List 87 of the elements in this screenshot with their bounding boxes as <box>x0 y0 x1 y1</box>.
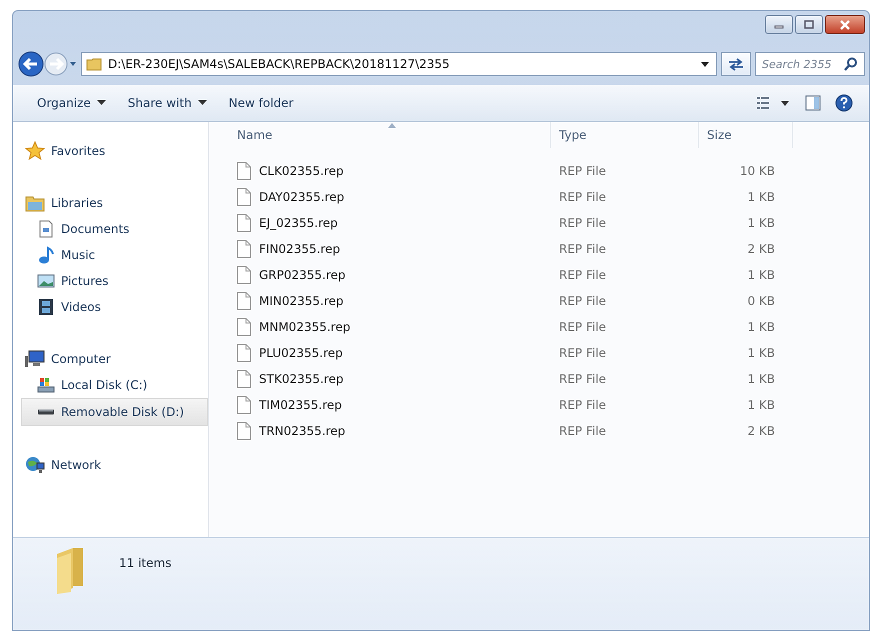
file-icon <box>237 422 251 440</box>
help-icon[interactable] <box>835 94 853 112</box>
computer-icon <box>25 350 45 368</box>
sidebar-item[interactable]: Libraries <box>13 190 208 216</box>
back-forward-icon[interactable] <box>17 49 77 79</box>
sidebar-item[interactable]: Videos <box>13 294 208 320</box>
sidebar-item[interactable]: Documents <box>13 216 208 242</box>
file-type: REP File <box>558 268 608 282</box>
file-type: REP File <box>558 320 608 334</box>
file-name[interactable]: PLU02355.rep <box>259 346 343 360</box>
file-name[interactable]: GRP02355.rep <box>259 268 346 282</box>
folder-icon <box>86 56 102 72</box>
network-icon <box>25 456 45 474</box>
file-name[interactable]: DAY02355.rep <box>259 190 344 204</box>
address-field[interactable]: D:\ER-230EJ\SAM4s\SALEBACK\REPBACK\20181127\2355 <box>81 52 717 76</box>
file-size: 1 KB <box>746 346 776 360</box>
file-icon <box>237 396 251 414</box>
pictures-icon <box>37 272 55 290</box>
file-icon <box>237 240 251 258</box>
sidebar-item[interactable]: Removable Disk (D:) <box>21 398 208 426</box>
toolbar-button[interactable]: New folder <box>224 93 298 113</box>
sidebar-item[interactable]: Local Disk (C:) <box>13 372 208 398</box>
file-icon <box>237 344 251 362</box>
file-type: REP File <box>558 190 608 204</box>
sidebar-item[interactable]: Music <box>13 242 208 268</box>
sidebar-item[interactable]: Computer <box>13 346 208 372</box>
file-name[interactable]: MNM02355.rep <box>259 320 350 334</box>
file-name[interactable]: FIN02355.rep <box>259 242 340 256</box>
file-icon <box>237 266 251 284</box>
file-icon <box>237 318 251 336</box>
file-icon <box>237 162 251 180</box>
file-type: REP File <box>558 424 608 438</box>
local-disk-icon <box>37 376 55 394</box>
toolbar-button[interactable]: Organize <box>33 93 110 113</box>
star-icon <box>25 141 45 161</box>
file-type: REP File <box>558 294 608 308</box>
file-name[interactable]: EJ_02355.rep <box>259 216 338 230</box>
sort-arrow-icon <box>388 123 396 128</box>
column-header[interactable]: Size <box>699 122 793 148</box>
file-name[interactable]: CLK02355.rep <box>259 164 344 178</box>
file-icon <box>237 370 251 388</box>
file-size: 2 KB <box>746 424 776 438</box>
close-icon <box>839 20 851 30</box>
music-note-icon <box>37 246 55 264</box>
close-button[interactable] <box>825 15 865 34</box>
file-size: 1 KB <box>746 216 776 230</box>
file-size: 1 KB <box>746 372 776 386</box>
maximize-icon <box>803 20 815 30</box>
toolbar-button[interactable]: Share with <box>124 93 211 113</box>
file-type: REP File <box>558 216 608 230</box>
search-field[interactable]: Search 2355 <box>755 52 865 76</box>
item-count: 11 items <box>119 556 172 570</box>
file-size: 1 KB <box>746 268 776 282</box>
document-icon <box>37 220 55 238</box>
file-type: REP File <box>558 164 608 178</box>
file-icon <box>237 292 251 310</box>
film-icon <box>37 298 55 316</box>
file-type: REP File <box>558 372 608 386</box>
file-size: 0 KB <box>746 294 776 308</box>
column-header[interactable]: Type <box>551 122 699 148</box>
column-header[interactable]: Name <box>233 122 551 148</box>
library-icon <box>25 194 45 212</box>
file-name[interactable]: TIM02355.rep <box>259 398 342 412</box>
sidebar-item[interactable]: Favorites <box>13 138 208 164</box>
file-icon <box>237 214 251 232</box>
maximize-button[interactable] <box>795 15 823 34</box>
search-icon[interactable] <box>844 57 858 71</box>
file-size: 2 KB <box>746 242 776 256</box>
sidebar-item[interactable]: Network <box>13 452 208 478</box>
file-size: 10 KB <box>738 164 776 178</box>
dropdown-icon[interactable] <box>700 59 710 69</box>
sidebar-item[interactable]: Pictures <box>13 268 208 294</box>
file-name[interactable]: MIN02355.rep <box>259 294 344 308</box>
file-name[interactable]: STK02355.rep <box>259 372 344 386</box>
file-icon <box>237 188 251 206</box>
refresh-button[interactable] <box>721 52 751 76</box>
file-type: REP File <box>558 398 608 412</box>
preview-pane-icon[interactable] <box>805 95 821 111</box>
file-size: 1 KB <box>746 190 776 204</box>
view-options-icon[interactable] <box>757 96 791 110</box>
file-type: REP File <box>558 242 608 256</box>
file-size: 1 KB <box>746 398 776 412</box>
minimize-button[interactable] <box>765 15 793 34</box>
file-size: 1 KB <box>746 320 776 334</box>
file-name[interactable]: TRN02355.rep <box>259 424 346 438</box>
file-type: REP File <box>558 346 608 360</box>
refresh-icon <box>727 57 745 71</box>
